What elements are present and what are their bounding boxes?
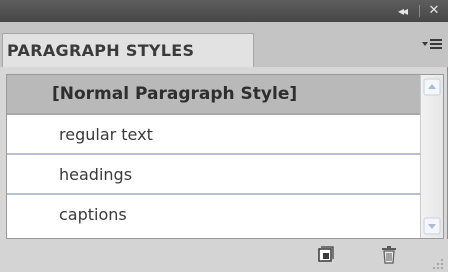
tab-label: PARAGRAPH STYLES	[7, 41, 195, 60]
tab-paragraph-styles[interactable]: PARAGRAPH STYLES	[2, 33, 254, 67]
collapse-panel-button[interactable]: ◂◂	[390, 3, 414, 19]
list-item[interactable]: headings	[7, 155, 420, 195]
list-item[interactable]: regular text	[7, 115, 420, 155]
panel-footer	[0, 239, 448, 272]
new-style-icon[interactable]	[316, 245, 336, 265]
list-item[interactable]: captions	[7, 195, 420, 235]
delete-style-icon[interactable]	[379, 245, 399, 265]
resize-grip-icon[interactable]	[430, 255, 444, 269]
style-name: captions	[59, 205, 127, 224]
style-name: headings	[59, 165, 133, 184]
panel-menu-icon[interactable]	[420, 36, 444, 52]
titlebar-divider	[419, 5, 420, 17]
paragraph-styles-panel: ◂◂ ✕ PARAGRAPH STYLES [Normal Paragraph …	[0, 0, 448, 272]
close-panel-button[interactable]: ✕	[424, 3, 444, 19]
style-name: [Normal Paragraph Style]	[52, 84, 298, 104]
styles-list: [Normal Paragraph Style] regular text he…	[6, 74, 444, 239]
panel-titlebar: ◂◂ ✕	[0, 0, 448, 22]
scroll-down-icon[interactable]	[423, 217, 441, 235]
style-name: regular text	[59, 125, 153, 144]
list-scrollbar[interactable]	[420, 75, 443, 238]
scroll-up-icon[interactable]	[423, 78, 441, 96]
list-item[interactable]: [Normal Paragraph Style]	[7, 75, 420, 115]
tab-row: PARAGRAPH STYLES	[0, 22, 448, 67]
